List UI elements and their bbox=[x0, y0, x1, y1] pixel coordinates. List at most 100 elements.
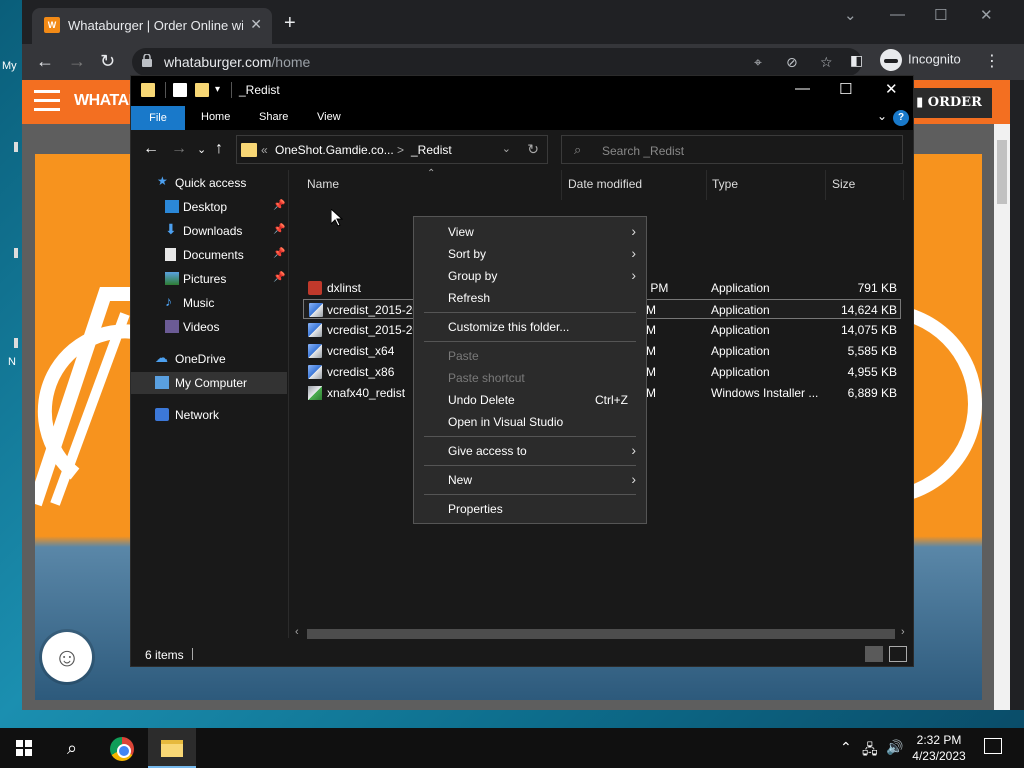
address-bar[interactable]: whataburger.com/home ⌖ ⊘ ☆ bbox=[132, 48, 862, 76]
volume-icon[interactable]: 🔊 bbox=[886, 739, 903, 756]
nav-label: My Computer bbox=[175, 376, 248, 390]
address-overflow-chevron[interactable]: « bbox=[261, 143, 268, 157]
desktop-icon-label-my[interactable]: My bbox=[2, 60, 17, 72]
back-button[interactable]: ← bbox=[36, 51, 54, 72]
minimize-button[interactable]: — bbox=[890, 6, 905, 23]
expand-ribbon-chevron-icon[interactable]: ⌄ bbox=[877, 109, 887, 123]
menu-item-open-in-visual-studio[interactable]: Open in Visual Studio bbox=[414, 411, 646, 433]
nav-item-downloads[interactable]: ⬇ Downloads 📌 bbox=[131, 220, 287, 242]
menu-item-refresh[interactable]: Refresh bbox=[414, 287, 646, 309]
nav-item-desktop[interactable]: Desktop 📌 bbox=[131, 196, 287, 218]
incognito-indicator[interactable]: Incognito bbox=[880, 49, 961, 71]
menu-item-customize-folder[interactable]: Customize this folder... bbox=[414, 316, 646, 338]
reload-button[interactable]: ↻ bbox=[100, 51, 115, 72]
explorer-minimize-button[interactable]: — bbox=[795, 80, 810, 97]
hamburger-menu-icon[interactable] bbox=[34, 90, 60, 117]
tracking-blocked-eye-icon[interactable]: ⊘ bbox=[786, 54, 798, 71]
network-tray-icon[interactable]: 🖧 bbox=[862, 739, 878, 763]
scroll-right-arrow-icon[interactable]: › bbox=[901, 626, 905, 638]
menu-item-give-access-to[interactable]: Give access to › bbox=[414, 440, 646, 462]
explorer-address-bar[interactable]: « OneShot.Gamdie.co... > _Redist ⌄ ↻ bbox=[236, 135, 548, 164]
file-list-horizontal-scrollbar[interactable]: ‹ › bbox=[289, 626, 913, 642]
address-folder-icon bbox=[241, 143, 257, 157]
address-segment-parent[interactable]: OneShot.Gamdie.co... bbox=[275, 143, 394, 157]
address-separator[interactable]: > bbox=[397, 143, 404, 157]
chrome-taskbar-button[interactable] bbox=[98, 728, 146, 768]
tab-file[interactable]: File bbox=[131, 106, 185, 130]
menu-label: Properties bbox=[448, 502, 503, 516]
nav-item-onedrive[interactable]: ☁ OneDrive bbox=[131, 348, 287, 370]
close-window-button[interactable]: ✕ bbox=[980, 6, 993, 24]
desktop-icon-fragment[interactable] bbox=[14, 248, 18, 258]
notifications-icon[interactable] bbox=[984, 738, 1002, 754]
explorer-search-box[interactable]: ⌕ Search _Redist bbox=[561, 135, 903, 164]
column-header-size[interactable]: Size bbox=[832, 177, 855, 191]
up-one-level-button[interactable]: ↑ bbox=[215, 140, 223, 158]
tab-home[interactable]: Home bbox=[201, 111, 230, 123]
recent-locations-chevron-icon[interactable]: ⌄ bbox=[197, 143, 206, 156]
search-taskbar-icon[interactable]: ⌕ bbox=[48, 728, 96, 768]
nav-item-videos[interactable]: Videos bbox=[131, 316, 287, 338]
tab-view[interactable]: View bbox=[317, 111, 341, 123]
refresh-icon[interactable]: ↻ bbox=[527, 141, 539, 158]
desktop-icon-label-n[interactable]: N bbox=[8, 356, 16, 368]
help-icon[interactable]: ? bbox=[893, 110, 909, 126]
desktop-icon-fragment[interactable] bbox=[14, 142, 18, 152]
maximize-button[interactable]: ☐ bbox=[934, 6, 947, 24]
desktop-icon-fragment[interactable] bbox=[14, 338, 18, 348]
tab-search-icon[interactable]: ⌄ bbox=[844, 6, 857, 24]
column-separator[interactable] bbox=[561, 170, 562, 200]
address-segment-current[interactable]: _Redist bbox=[411, 143, 452, 157]
quick-access-dropdown-icon[interactable]: ▾ bbox=[215, 84, 229, 98]
accessibility-button[interactable]: ☺ bbox=[42, 632, 92, 682]
nav-item-documents[interactable]: Documents 📌 bbox=[131, 244, 287, 266]
menu-item-new[interactable]: New › bbox=[414, 469, 646, 491]
order-button[interactable]: ▮ ORDER bbox=[906, 88, 992, 118]
explorer-maximize-button[interactable]: ☐ bbox=[839, 80, 852, 98]
new-folder-icon[interactable] bbox=[195, 83, 209, 97]
column-separator[interactable] bbox=[903, 170, 904, 200]
page-scrollbar[interactable] bbox=[994, 124, 1010, 710]
nav-item-quick-access[interactable]: ★ Quick access bbox=[131, 172, 287, 194]
nav-item-pictures[interactable]: Pictures 📌 bbox=[131, 268, 287, 290]
column-header-name[interactable]: Name bbox=[307, 177, 339, 191]
explorer-back-button[interactable]: ← bbox=[143, 140, 159, 158]
menu-item-group-by[interactable]: Group by › bbox=[414, 265, 646, 287]
horizontal-scroll-thumb[interactable] bbox=[307, 629, 895, 639]
tab-share[interactable]: Share bbox=[259, 111, 288, 123]
nav-item-music[interactable]: ♪ Music bbox=[131, 292, 287, 314]
menu-item-properties[interactable]: Properties bbox=[414, 498, 646, 520]
submenu-arrow-icon: › bbox=[631, 223, 636, 239]
properties-check-icon[interactable] bbox=[173, 83, 187, 97]
address-dropdown-icon[interactable]: ⌄ bbox=[502, 142, 511, 155]
file-explorer-taskbar-button[interactable] bbox=[148, 728, 196, 768]
location-pin-icon[interactable]: ⌖ bbox=[754, 54, 762, 71]
nav-item-network[interactable]: Network bbox=[131, 404, 287, 426]
details-view-icon[interactable] bbox=[865, 646, 883, 662]
side-panel-icon[interactable]: ◧ bbox=[850, 52, 863, 69]
show-hidden-icons-chevron[interactable]: ⌃ bbox=[840, 739, 852, 756]
new-tab-button[interactable]: + bbox=[284, 12, 296, 35]
forward-button[interactable]: → bbox=[68, 51, 86, 72]
column-separator[interactable] bbox=[825, 170, 826, 200]
column-header-date[interactable]: Date modified bbox=[568, 177, 642, 191]
menu-item-paste[interactable]: Paste bbox=[414, 345, 646, 367]
system-clock[interactable]: 2:32 PM 4/23/2023 bbox=[906, 732, 972, 764]
menu-item-view[interactable]: View › bbox=[414, 221, 646, 243]
nav-item-my-computer[interactable]: My Computer bbox=[131, 372, 287, 394]
menu-item-sort-by[interactable]: Sort by › bbox=[414, 243, 646, 265]
column-separator[interactable] bbox=[706, 170, 707, 200]
scrollbar-thumb[interactable] bbox=[997, 140, 1007, 204]
browser-tab[interactable]: W Whataburger | Order Online with ✕ bbox=[32, 8, 272, 44]
bookmark-star-icon[interactable]: ☆ bbox=[820, 54, 833, 71]
tab-close-icon[interactable]: ✕ bbox=[250, 16, 262, 33]
menu-item-undo-delete[interactable]: Undo Delete Ctrl+Z bbox=[414, 389, 646, 411]
scroll-left-arrow-icon[interactable]: ‹ bbox=[295, 626, 299, 638]
start-button[interactable] bbox=[0, 728, 48, 768]
menu-item-paste-shortcut[interactable]: Paste shortcut bbox=[414, 367, 646, 389]
explorer-forward-button[interactable]: → bbox=[171, 140, 187, 158]
chrome-menu-icon[interactable]: ⋮ bbox=[984, 51, 1000, 71]
explorer-close-button[interactable]: ✕ bbox=[885, 80, 898, 98]
large-icons-view-icon[interactable] bbox=[889, 646, 907, 662]
column-header-type[interactable]: Type bbox=[712, 177, 738, 191]
